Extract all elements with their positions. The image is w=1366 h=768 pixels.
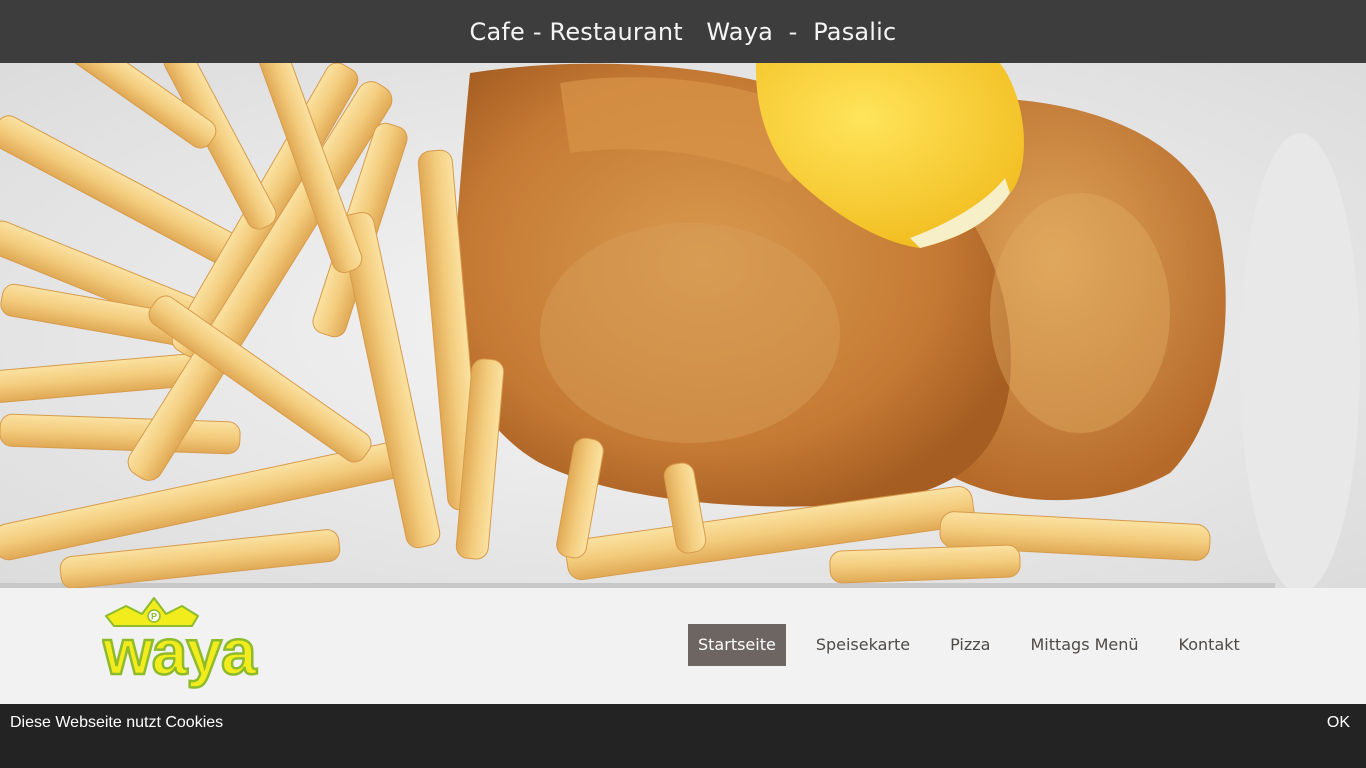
nav-item-pizza[interactable]: Pizza bbox=[940, 624, 1000, 666]
schnitzel-photo bbox=[0, 63, 1366, 588]
waya-logo-image: P waya bbox=[102, 597, 259, 689]
hero-image bbox=[0, 63, 1366, 588]
nav-item-speisekarte[interactable]: Speisekarte bbox=[806, 624, 920, 666]
cookie-message: Diese Webseite nutzt Cookies bbox=[10, 714, 224, 731]
site-title: Cafe - Restaurant Waya - Pasalic bbox=[469, 17, 897, 46]
nav-item-startseite[interactable]: Startseite bbox=[688, 624, 786, 666]
nav-item-mittags-menu[interactable]: Mittags Menü bbox=[1020, 624, 1148, 666]
main-nav: Startseite Speisekarte Pizza Mittags Men… bbox=[688, 624, 1250, 666]
waya-logo[interactable]: P waya bbox=[102, 596, 294, 694]
nav-item-kontakt[interactable]: Kontakt bbox=[1169, 624, 1250, 666]
cookie-banner: Diese Webseite nutzt Cookies OK bbox=[0, 704, 1366, 768]
header-bar: Cafe - Restaurant Waya - Pasalic bbox=[0, 0, 1366, 63]
cookie-ok-button[interactable]: OK bbox=[1327, 714, 1350, 732]
logo-wordmark: waya bbox=[102, 616, 257, 688]
